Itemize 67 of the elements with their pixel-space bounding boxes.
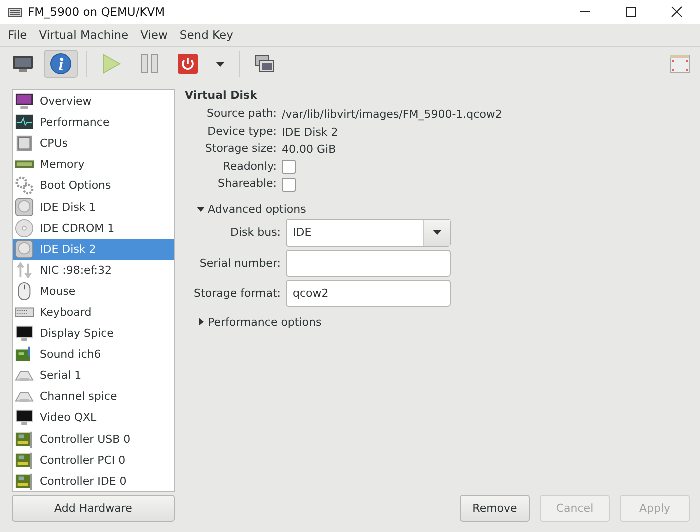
field-label: Storage format: [193,286,281,300]
caret-icon [432,230,442,235]
field-label: Source path: [206,107,277,122]
field-label: Serial number: [198,256,281,270]
hardware-item[interactable]: NIC :98:ef:32 [13,260,174,281]
expander-arrow-icon [197,318,205,326]
hardware-item[interactable]: Controller USB 0 [13,428,174,450]
action-button[interactable]: Remove [460,495,530,522]
menu-item[interactable]: File [2,28,34,42]
hardware-item[interactable]: Channel spice [13,386,174,408]
monitor-icon [15,408,34,428]
hardware-item[interactable]: Memory [13,154,174,176]
hardware-item[interactable]: CPUs [13,133,174,154]
hardware-item[interactable]: Boot Options [13,175,174,196]
hardware-item[interactable]: Sound ich6 [13,344,174,366]
expander-arrow-icon [197,205,205,213]
expansion-card-icon [15,450,34,470]
details-button[interactable] [44,50,78,78]
hardware-item[interactable]: Display Spice [13,323,174,344]
advanced-options-expander[interactable]: Advanced options [197,202,306,216]
disc-icon [15,218,34,238]
menu-item[interactable]: Virtual Machine [33,28,135,42]
hardware-item[interactable]: Controller IDE 0 [13,470,174,491]
hardware-item[interactable]: Keyboard [13,302,174,324]
gears-icon [15,176,34,196]
disk-bus-dropdown[interactable]: IDE [286,218,451,246]
app-icon [8,8,22,16]
monitor-icon [12,55,34,73]
hardware-item[interactable]: Overview [13,91,174,112]
add-hardware-button[interactable]: Add Hardware [12,495,175,522]
field-label: Shareable: [217,177,277,192]
checkbox[interactable] [282,160,296,174]
hardware-item[interactable]: IDE CDROM 1 [13,218,174,239]
pause-icon [141,54,159,74]
info-icon [50,53,72,75]
hardware-item[interactable]: Controller PCI 0 [13,450,174,471]
caret-icon [216,62,224,66]
fullscreen-icon[interactable] [670,55,690,73]
hardware-item[interactable]: Video QXL [13,407,174,428]
hardware-item[interactable]: Mouse [13,280,174,302]
monitor-icon [15,92,34,112]
menu-item[interactable]: Send Key [174,28,240,42]
hardware-item[interactable]: Performance [13,112,174,134]
expansion-card-icon [15,472,34,491]
field-label: Readonly: [222,160,277,174]
arrows-icon [15,260,34,280]
windows-icon [255,55,275,73]
expansion-card-icon [15,430,34,449]
monitor-icon [15,324,34,344]
input-field[interactable]: qcow2 [286,280,451,306]
hardware-item[interactable]: IDE Disk 1 [13,196,174,218]
window-title: FM_5900 on QEMU/KVM [28,5,166,19]
field-value: /var/lib/libvirt/images/FM_5900-1.qcow2 [282,108,504,122]
chip-icon [15,134,34,154]
checkbox[interactable] [282,178,296,192]
play-icon [103,54,121,74]
power-icon [178,54,198,74]
field-label: Device type: [206,124,277,140]
field-label: Storage size: [204,142,277,157]
menu-item[interactable]: View [134,28,174,42]
field-value: 40.00 GiB [282,143,338,156]
hardware-item[interactable]: Serial 1 [13,365,174,386]
section-heading: Virtual Disk [185,89,258,102]
performance-options-expander[interactable]: Performance options [197,316,322,328]
field-label: Disk bus: [229,226,281,239]
field-value: IDE Disk 2 [282,126,340,139]
input-field[interactable] [286,250,451,276]
